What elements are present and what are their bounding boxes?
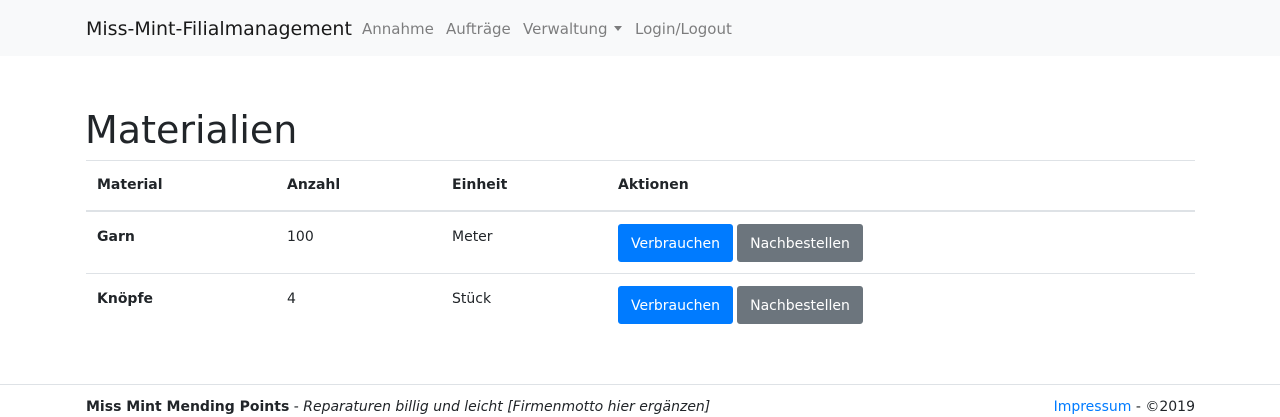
nav-item-auftraege[interactable]: Aufträge bbox=[446, 19, 511, 39]
impressum-link[interactable]: Impressum bbox=[1054, 399, 1132, 415]
chevron-down-icon bbox=[613, 26, 622, 31]
navbar: Miss-Mint-Filialmanagement Annahme Auftr… bbox=[0, 0, 1280, 56]
material-name: Garn bbox=[97, 228, 135, 245]
nachbestellen-button[interactable]: Nachbestellen bbox=[737, 223, 863, 262]
cell-anzahl: 4 bbox=[276, 274, 441, 337]
footer-company-name: Miss Mint Mending Points bbox=[86, 399, 290, 415]
footer-separator: - bbox=[289, 399, 304, 415]
table-header-row: Material Anzahl Einheit Aktionen bbox=[86, 160, 1195, 212]
nav-item-verwaltung-dropdown[interactable]: Verwaltung bbox=[523, 19, 622, 39]
nav-item-login-logout[interactable]: Login/Logout bbox=[635, 19, 732, 39]
cell-einheit: Meter bbox=[441, 210, 607, 274]
cell-material: Knöpfe bbox=[86, 274, 276, 337]
material-quantity: 100 bbox=[287, 228, 314, 245]
footer-copyright: - ©2019 bbox=[1131, 399, 1195, 415]
page-title: Materialien bbox=[85, 108, 298, 152]
nav-item-annahme[interactable]: Annahme bbox=[362, 19, 434, 39]
footer-right: Impressum - ©2019 bbox=[1054, 398, 1195, 416]
material-unit: Meter bbox=[452, 228, 493, 245]
column-header-aktionen: Aktionen bbox=[607, 160, 1195, 212]
material-name: Knöpfe bbox=[97, 291, 154, 307]
cell-material: Garn bbox=[86, 210, 276, 274]
column-header-einheit: Einheit bbox=[441, 160, 607, 212]
material-quantity: 4 bbox=[287, 291, 296, 307]
navbar-brand[interactable]: Miss-Mint-Filialmanagement bbox=[86, 17, 352, 41]
table-row: Knöpfe 4 Stück Verbrauchen Nachbestellen bbox=[86, 274, 1195, 337]
materials-table-container: Material Anzahl Einheit Aktionen Garn 10… bbox=[86, 160, 1195, 337]
cell-anzahl: 100 bbox=[276, 210, 441, 274]
footer-motto: Reparaturen billig und leicht [Firmenmot… bbox=[303, 399, 711, 415]
nav-item-verwaltung-label: Verwaltung bbox=[523, 20, 608, 38]
material-unit: Stück bbox=[452, 291, 492, 307]
nachbestellen-button[interactable]: Nachbestellen bbox=[737, 286, 863, 324]
materials-table: Material Anzahl Einheit Aktionen Garn 10… bbox=[86, 160, 1195, 337]
table-row: Garn 100 Meter Verbrauchen Nachbestellen bbox=[86, 210, 1195, 274]
column-header-anzahl: Anzahl bbox=[276, 160, 441, 212]
column-header-material: Material bbox=[86, 160, 276, 212]
cell-actions: Verbrauchen Nachbestellen bbox=[607, 210, 1195, 274]
footer-left: Miss Mint Mending Points - Reparaturen b… bbox=[86, 398, 710, 416]
cell-einheit: Stück bbox=[441, 274, 607, 337]
verbrauchen-button[interactable]: Verbrauchen bbox=[618, 286, 733, 324]
cell-actions: Verbrauchen Nachbestellen bbox=[607, 274, 1195, 337]
footer: Miss Mint Mending Points - Reparaturen b… bbox=[0, 384, 1280, 417]
verbrauchen-button[interactable]: Verbrauchen bbox=[618, 223, 733, 262]
